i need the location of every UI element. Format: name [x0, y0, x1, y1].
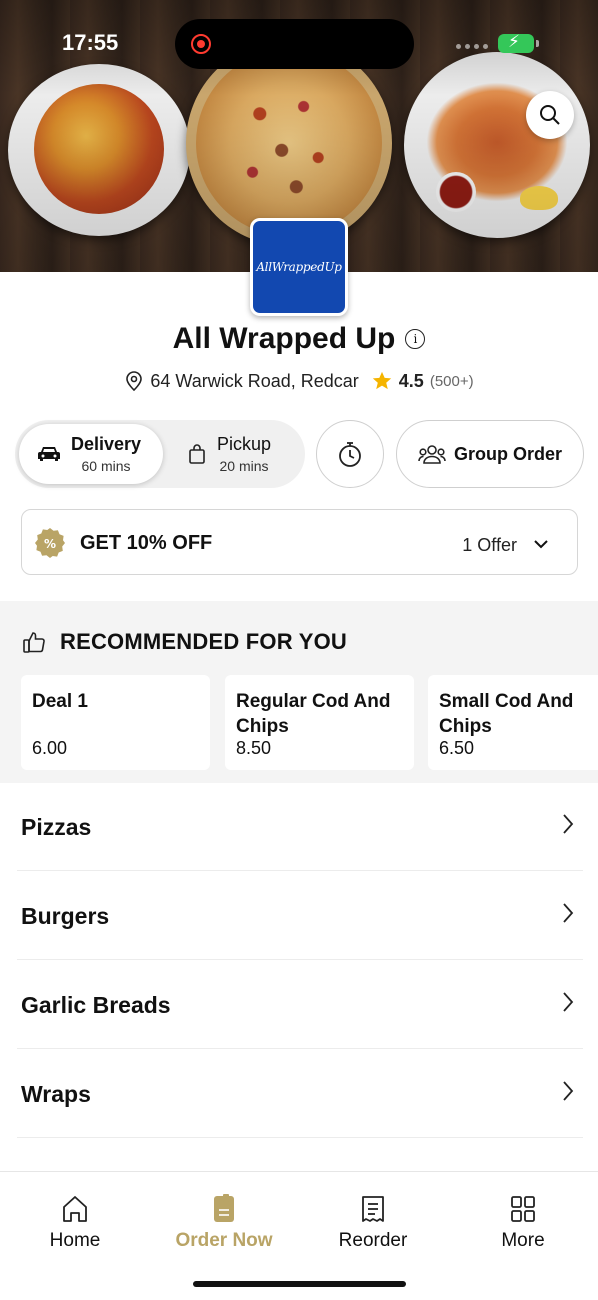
chevron-right-icon	[563, 814, 574, 834]
star-icon	[372, 371, 391, 390]
chevron-right-icon	[563, 992, 574, 1012]
tab-more-label: More	[501, 1230, 545, 1251]
delivery-time: 60 mins	[81, 458, 131, 474]
recommended-item-card[interactable]: Deal 1 6.00	[21, 675, 210, 770]
status-time: 17:55	[62, 30, 119, 55]
store-rating: 4.5	[398, 370, 424, 391]
recommended-title: RECOMMENDED FOR YOU	[60, 629, 347, 654]
recommended-item-card[interactable]: Regular Cod And Chips 8.50	[225, 675, 414, 770]
category-label: Burgers	[21, 903, 110, 929]
category-row-wraps[interactable]: Wraps	[17, 1049, 583, 1138]
chevron-right-icon	[563, 903, 574, 923]
group-order-label: Group Order	[453, 443, 562, 464]
offer-banner[interactable]: % GET 10% OFF 1 Offer	[21, 509, 578, 575]
recommended-item-name: Small Cod And Chips	[439, 691, 574, 737]
battery-icon: ⚡	[498, 32, 539, 53]
svg-text:%: %	[44, 537, 56, 551]
group-icon	[418, 445, 446, 464]
recommended-item-price: 8.50	[236, 738, 272, 758]
tab-home-label: Home	[49, 1230, 101, 1251]
bag-icon	[189, 444, 205, 464]
recommended-section: RECOMMENDED FOR YOU Deal 1 6.00 Regular …	[0, 601, 598, 783]
discount-badge-icon: %	[35, 528, 65, 558]
pizza-image	[186, 40, 392, 246]
recommended-item-card[interactable]: Small Cod And Chips 6.50	[428, 675, 598, 770]
recommended-item-name: Deal 1	[32, 691, 88, 712]
order-now-icon	[214, 1194, 234, 1222]
dynamic-island	[175, 19, 414, 69]
search-button[interactable]	[526, 91, 574, 139]
store-name: All Wrapped Up	[172, 322, 396, 355]
recommended-item-price: 6.00	[32, 738, 68, 758]
offer-count: 1 Offer	[462, 535, 517, 555]
home-indicator[interactable]	[193, 1281, 406, 1287]
category-label: Wraps	[21, 1081, 91, 1107]
search-icon	[540, 105, 560, 125]
tab-reorder[interactable]: Reorder	[303, 1194, 443, 1252]
offer-title: GET 10% OFF	[80, 532, 213, 554]
delivery-mode-toggle: Delivery 60 mins Pickup 20 mins	[15, 420, 305, 488]
food-plate-image	[8, 64, 190, 236]
info-icon[interactable]: i	[405, 329, 426, 349]
category-row-garlic-breads[interactable]: Garlic Breads	[17, 960, 583, 1049]
recommended-item-name: Regular Cod And Chips	[236, 691, 391, 737]
tab-home[interactable]: Home	[5, 1194, 145, 1252]
tab-more[interactable]: More	[453, 1194, 593, 1252]
delivery-label: Delivery	[71, 434, 142, 454]
pickup-label: Pickup	[217, 434, 272, 454]
store-logo-text: AllWrappedUp	[256, 260, 342, 274]
receipt-icon	[362, 1196, 384, 1222]
stopwatch-icon	[339, 442, 361, 467]
grid-icon	[511, 1196, 535, 1222]
category-label: Pizzas	[21, 814, 92, 840]
schedule-button[interactable]	[316, 420, 384, 488]
signal-icon	[456, 44, 488, 49]
location-pin-icon	[126, 371, 143, 392]
category-row-burgers[interactable]: Burgers	[17, 871, 583, 960]
tab-reorder-label: Reorder	[338, 1230, 408, 1251]
thumbs-up-icon	[23, 632, 45, 653]
store-logo: AllWrappedUp	[250, 218, 348, 316]
kebab-plate-image	[404, 52, 590, 238]
home-icon	[63, 1196, 87, 1222]
category-row-pizzas[interactable]: Pizzas	[17, 782, 583, 871]
tab-order-now[interactable]: Order Now	[154, 1194, 294, 1252]
chevron-down-icon	[534, 540, 548, 549]
recording-indicator-icon	[191, 34, 211, 54]
tab-order-now-label: Order Now	[175, 1230, 273, 1251]
group-order-button[interactable]: Group Order	[396, 420, 584, 488]
rating-count: (500+)	[429, 372, 474, 390]
delivery-option[interactable]: Delivery 60 mins	[19, 424, 163, 484]
pickup-time: 20 mins	[219, 458, 269, 474]
pickup-option[interactable]: Pickup 20 mins	[187, 424, 303, 484]
car-icon	[38, 447, 60, 461]
category-label: Garlic Breads	[21, 992, 171, 1018]
chevron-right-icon	[563, 1081, 574, 1101]
store-address: 64 Warwick Road, Redcar	[150, 370, 359, 391]
recommended-item-price: 6.50	[439, 738, 475, 758]
